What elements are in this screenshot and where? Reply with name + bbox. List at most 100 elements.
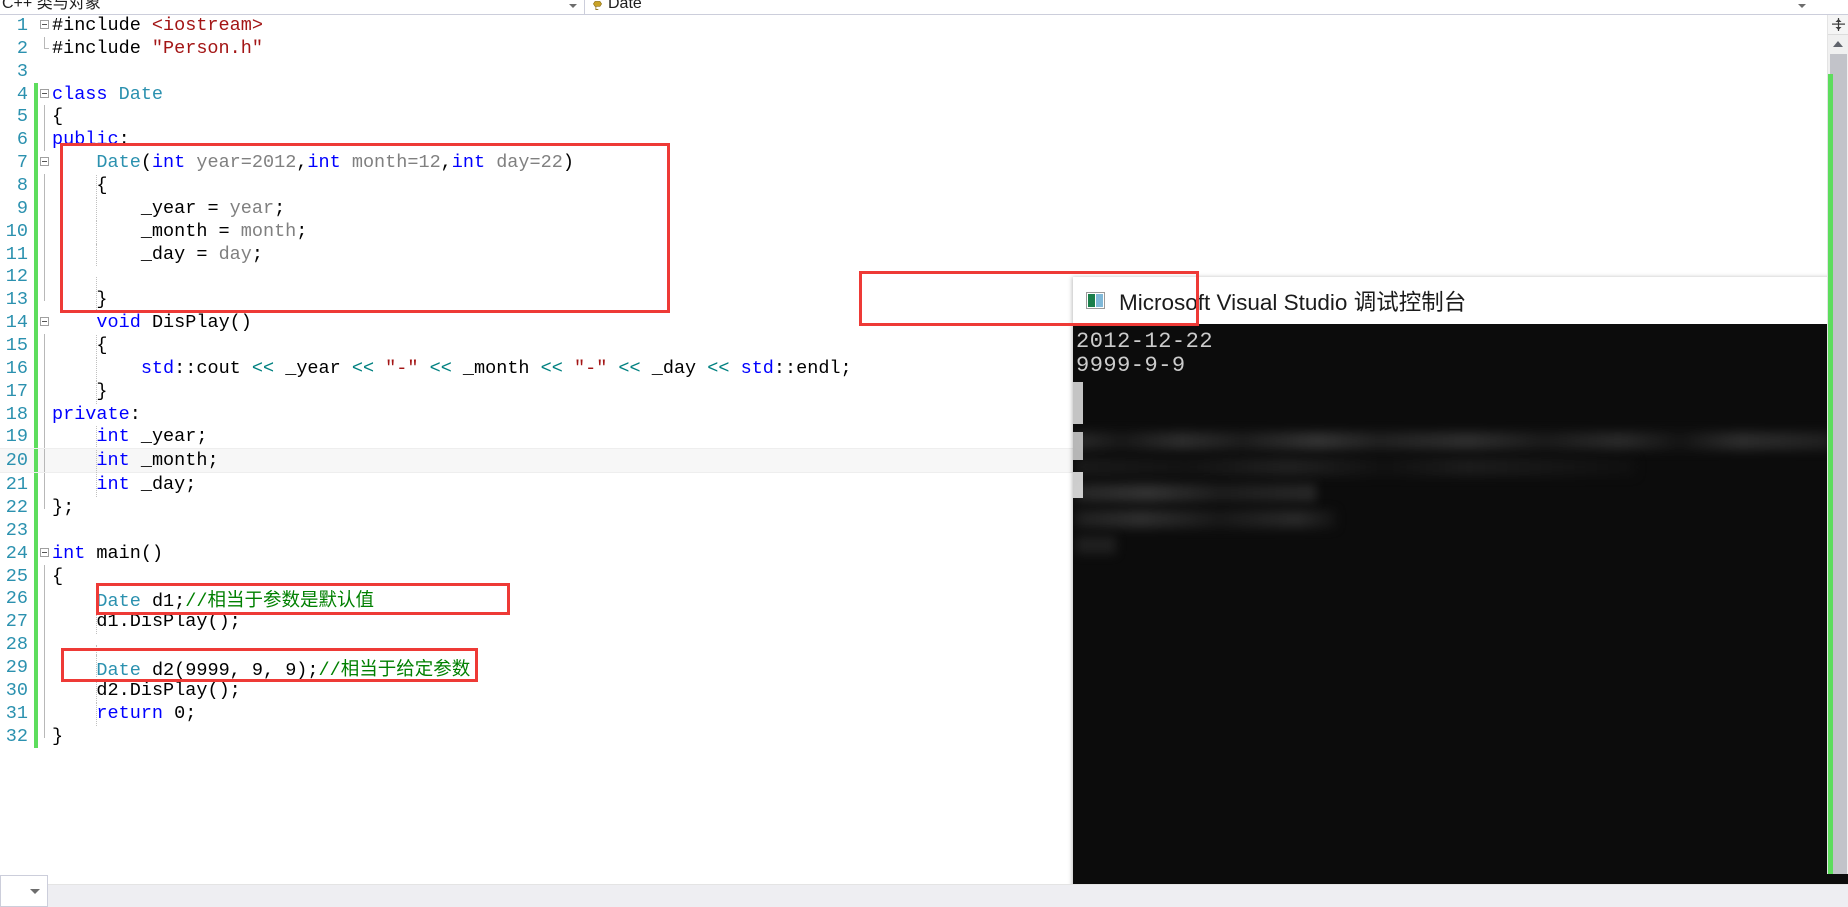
line-number: 31 (5, 702, 28, 724)
horizontal-scrollbar[interactable] (0, 884, 1848, 907)
scope-selector-dropdown[interactable]: C++ 类与对象 (0, 0, 585, 14)
horizontal-scrollbar-track[interactable] (49, 885, 1829, 907)
scope-selector-label: C++ 类与对象 (2, 0, 101, 12)
redacted-console-content (1076, 432, 1848, 562)
code-folding-column[interactable] (38, 496, 52, 519)
code-folding-column[interactable] (38, 402, 52, 426)
line-number: 27 (5, 611, 28, 633)
code-folding-column[interactable] (38, 356, 52, 380)
code-folding-column[interactable] (38, 519, 52, 542)
line-number: 22 (5, 496, 28, 518)
fold-guide-line (44, 128, 45, 152)
chevron-down-icon[interactable] (569, 4, 577, 8)
fold-guide-line (44, 496, 45, 510)
code-folding-column[interactable] (38, 334, 52, 357)
code-line[interactable]: 4 class Date (0, 82, 1809, 106)
code-line[interactable]: 11 _day = day; (0, 242, 1809, 267)
fold-guide-line (44, 288, 45, 302)
zoom-level-dropdown[interactable] (0, 875, 48, 907)
code-line[interactable]: 7 Date(int year=2012,int month=12,int da… (0, 151, 1809, 175)
code-folding-column[interactable] (38, 473, 52, 497)
code-folding-column[interactable] (38, 449, 52, 473)
split-window-icon[interactable] (1828, 14, 1848, 35)
code-line-text: Date(int year=2012,int month=12,int day=… (96, 152, 574, 174)
console-title-bar[interactable]: Microsoft Visual Studio 调试控制台 (1073, 277, 1848, 324)
code-folding-column[interactable] (38, 379, 52, 403)
code-folding-column[interactable] (38, 701, 52, 725)
collapse-icon[interactable] (40, 547, 49, 557)
code-line[interactable]: 10 _month = month; (0, 219, 1809, 244)
code-folding-column[interactable] (38, 219, 52, 243)
code-folding-column[interactable] (38, 542, 52, 565)
line-number: 21 (5, 474, 28, 496)
window-edge-artifact (1073, 382, 1083, 424)
code-line[interactable]: 2 #include "Person.h" (0, 36, 1809, 60)
code-folding-column[interactable] (38, 678, 52, 702)
code-folding-column[interactable] (38, 174, 52, 197)
chevron-down-icon[interactable] (1798, 4, 1806, 8)
chevron-down-icon[interactable] (30, 888, 40, 894)
code-folding-column[interactable] (38, 242, 52, 266)
code-line[interactable]: 5{ (0, 105, 1809, 129)
code-folding-column[interactable] (38, 196, 52, 220)
redacted-line (1076, 484, 1316, 502)
indent-guide (96, 289, 97, 313)
window-edge-artifact (1073, 472, 1083, 498)
code-folding-column[interactable] (38, 724, 52, 748)
collapse-icon[interactable] (40, 157, 49, 167)
scroll-up-button[interactable] (1828, 35, 1848, 52)
code-folding-column[interactable] (38, 14, 52, 37)
line-number: 7 (16, 152, 28, 174)
code-folding-column[interactable] (38, 311, 52, 334)
code-folding-column[interactable] (38, 656, 52, 679)
line-number: 14 (5, 312, 28, 334)
code-folding-column[interactable] (38, 610, 52, 634)
code-folding-column[interactable] (38, 288, 52, 311)
line-number: 11 (5, 243, 28, 265)
code-folding-column[interactable] (38, 36, 52, 60)
console-output-area[interactable]: 2012-12-22 9999-9-9 (1073, 324, 1848, 907)
indent-guide (96, 585, 97, 609)
line-number: 16 (5, 357, 28, 379)
line-number: 13 (5, 289, 28, 311)
code-folding-column[interactable] (38, 128, 52, 152)
vertical-scrollbar[interactable] (1827, 14, 1848, 874)
code-folding-column[interactable] (38, 425, 52, 449)
code-line-text: _day = day; (52, 243, 1809, 267)
code-folding-column[interactable] (38, 587, 52, 611)
code-folding-column[interactable] (38, 265, 52, 289)
code-line-text: #include "Person.h" (52, 37, 263, 59)
line-number: 1 (16, 14, 28, 36)
indent-guide (96, 197, 97, 221)
line-number: 2 (16, 37, 28, 59)
collapse-icon[interactable] (40, 88, 49, 98)
code-line[interactable]: 9 _year = year; (0, 196, 1809, 221)
fold-guide-line (44, 724, 45, 738)
fold-guide-line (44, 610, 45, 634)
redacted-line (1076, 432, 1831, 450)
code-folding-column[interactable] (38, 60, 52, 83)
line-number: 3 (16, 60, 28, 82)
redacted-line (1076, 458, 1636, 476)
fold-guide-line (44, 242, 45, 266)
code-line[interactable]: 8 { (0, 174, 1809, 198)
code-folding-column[interactable] (38, 105, 52, 129)
code-line-text: { (52, 106, 64, 128)
fold-guide-line (44, 678, 45, 702)
code-line[interactable]: 6 public: (0, 128, 1809, 152)
code-folding-column[interactable] (38, 151, 52, 174)
line-number: 32 (5, 725, 28, 747)
collapse-icon[interactable] (40, 20, 49, 29)
member-selector-dropdown[interactable]: Date (585, 0, 1813, 14)
code-folding-column[interactable] (38, 83, 52, 106)
debug-console-window[interactable]: Microsoft Visual Studio 调试控制台 2012-12-22… (1073, 277, 1848, 907)
collapse-icon[interactable] (40, 317, 49, 327)
code-line[interactable]: 1 #include <iostream> (0, 14, 1809, 37)
indent-guide (96, 334, 97, 358)
line-number: 18 (5, 403, 28, 425)
window-edge-artifact (1073, 432, 1083, 460)
code-folding-column[interactable] (38, 564, 52, 588)
code-line[interactable]: 3 (0, 60, 1809, 83)
line-number: 23 (5, 519, 28, 541)
code-folding-column[interactable] (38, 633, 52, 657)
